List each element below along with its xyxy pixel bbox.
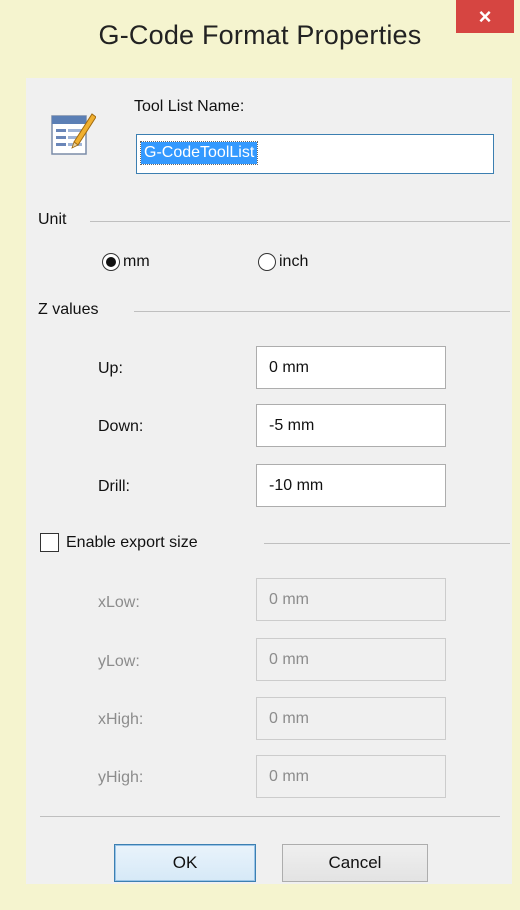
xlow-input[interactable]: 0 mm [256,578,446,621]
inch-radio[interactable] [258,253,276,271]
yhigh-label: yHigh: [98,769,144,786]
yhigh-input[interactable]: 0 mm [256,755,446,798]
xhigh-label: xHigh: [98,711,144,728]
unit-option-inch[interactable]: inch [258,253,308,271]
dialog-client-area: Tool List Name: G-CodeToolList Unit mm i… [26,78,512,884]
xhigh-input[interactable]: 0 mm [256,697,446,740]
ylow-input[interactable]: 0 mm [256,638,446,681]
list-edit-icon [50,108,97,158]
tool-list-name-label: Tool List Name: [134,98,245,115]
inch-radio-label: inch [279,253,309,270]
enable-export-size-label: Enable export size [66,533,198,551]
title-bar[interactable]: G-Code Format Properties × [0,0,520,78]
close-button[interactable]: × [456,0,514,33]
dialog-window: G-Code Format Properties × Tool List Nam… [0,0,520,910]
xlow-label: xLow: [98,594,140,611]
button-separator [40,816,500,817]
cancel-button[interactable]: Cancel [282,844,428,882]
mm-radio-label: mm [123,253,150,270]
enable-export-size-option[interactable]: Enable export size [40,533,198,552]
z-up-input[interactable]: 0 mm [256,346,446,389]
window-title: G-Code Format Properties [98,20,422,50]
mm-radio[interactable] [102,253,120,271]
z-drill-input[interactable]: -10 mm [256,464,446,507]
tool-list-name-value: G-CodeToolList [139,141,259,165]
z-values-separator [134,311,510,312]
ylow-label: yLow: [98,653,140,670]
z-down-label: Down: [98,418,144,435]
z-down-input[interactable]: -5 mm [256,404,446,447]
ok-button[interactable]: OK [114,844,256,882]
z-drill-label: Drill: [98,478,130,495]
unit-separator [90,221,510,222]
unit-option-mm[interactable]: mm [102,253,150,271]
unit-section-label: Unit [38,211,67,228]
z-values-section-label: Z values [38,301,99,318]
export-size-separator [264,543,510,544]
z-up-label: Up: [98,360,123,377]
tool-list-name-input[interactable]: G-CodeToolList [136,134,494,174]
enable-export-size-checkbox[interactable] [40,533,59,552]
